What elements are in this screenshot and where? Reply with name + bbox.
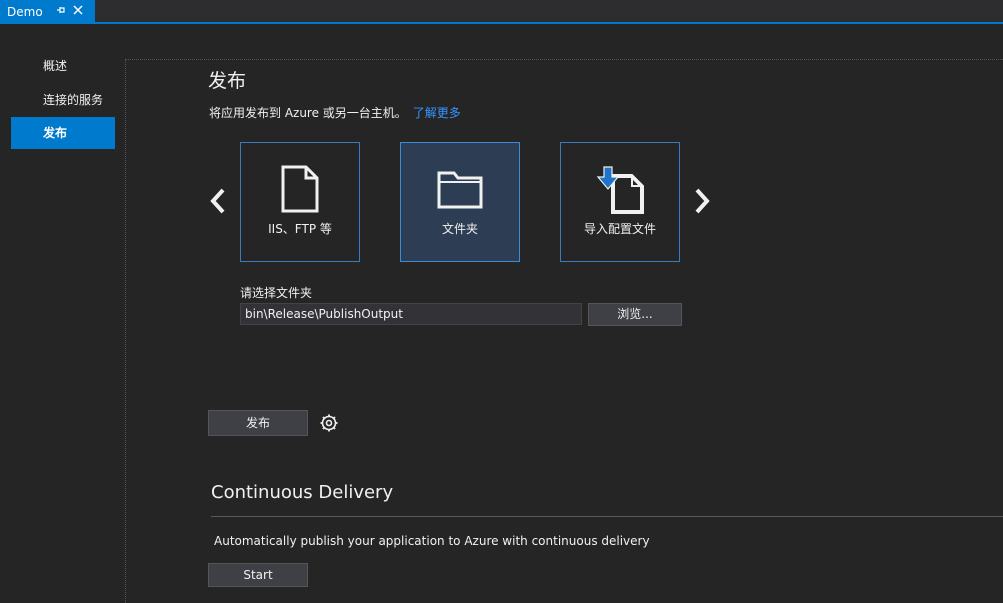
learn-more-link[interactable]: 了解更多 — [413, 106, 461, 120]
tab-strip-accent-line — [0, 22, 1003, 24]
import-profile-icon — [561, 165, 679, 215]
sidebar-item-label: 发布 — [43, 126, 68, 140]
sidebar-item-label: 连接的服务 — [43, 93, 104, 107]
continuous-delivery-heading: Continuous Delivery — [211, 482, 394, 503]
page-subtitle: 将应用发布到 Azure 或另一台主机。 了解更多 — [209, 104, 461, 121]
tab-demo[interactable]: Demo — [0, 0, 95, 23]
document-tab-strip — [0, 0, 1003, 22]
section-divider — [211, 516, 1003, 517]
chevron-left-icon[interactable] — [208, 186, 228, 216]
close-icon[interactable] — [73, 4, 83, 19]
chevron-right-icon[interactable] — [692, 186, 712, 216]
target-card-label: 导入配置文件 — [583, 222, 656, 236]
content-panel — [125, 59, 1003, 603]
document-icon — [241, 165, 359, 215]
pin-icon[interactable] — [55, 5, 67, 18]
sidebar-item-publish[interactable]: 发布 — [11, 117, 115, 149]
browse-button[interactable]: 浏览... — [588, 303, 682, 326]
target-card-label: 文件夹 — [441, 222, 478, 236]
continuous-delivery-description: Automatically publish your application t… — [214, 534, 650, 548]
subtitle-text: 将应用发布到 Azure 或另一台主机。 — [209, 106, 407, 120]
target-card-iis-ftp[interactable]: IIS、FTP 等 — [240, 142, 360, 262]
folder-path-input[interactable] — [240, 303, 582, 325]
sidebar-item-overview[interactable]: 概述 — [11, 50, 115, 82]
target-card-label: IIS、FTP 等 — [268, 222, 332, 236]
tab-title: Demo — [7, 4, 43, 19]
target-card-folder[interactable]: 文件夹 — [400, 142, 520, 262]
page-title: 发布 — [208, 70, 247, 92]
gear-icon[interactable] — [320, 414, 338, 432]
folder-field-label: 请选择文件夹 — [240, 286, 313, 300]
target-card-import-profile[interactable]: 导入配置文件 — [560, 142, 680, 262]
sidebar-item-label: 概述 — [43, 59, 68, 73]
sidebar-item-connected-services[interactable]: 连接的服务 — [11, 84, 115, 116]
start-button[interactable]: Start — [208, 563, 308, 587]
publish-button[interactable]: 发布 — [208, 410, 308, 436]
folder-icon — [401, 165, 519, 215]
